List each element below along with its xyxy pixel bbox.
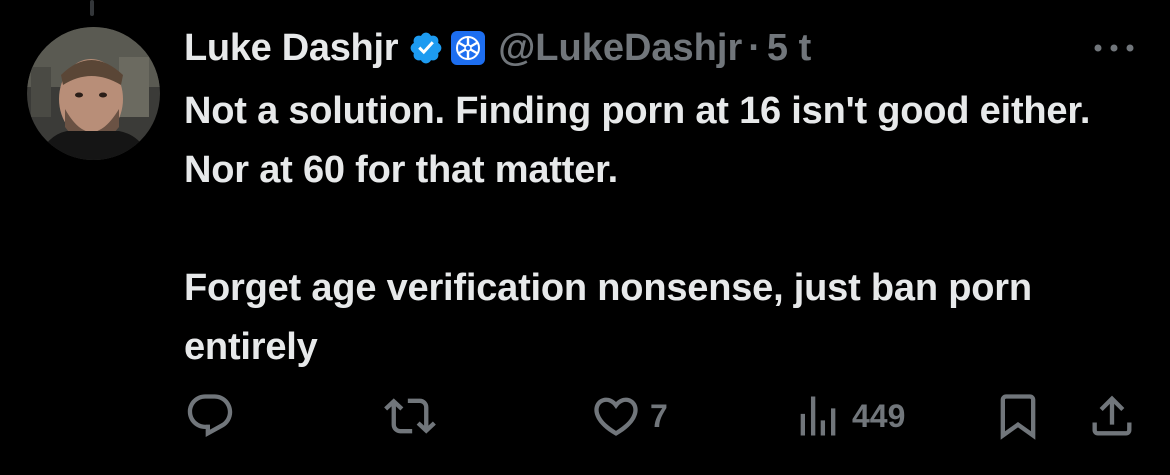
reply-button[interactable] (184, 390, 244, 442)
tweet-action-bar: 7 449 (184, 390, 1140, 442)
more-options-icon[interactable] (1090, 38, 1138, 58)
share-icon (1092, 395, 1132, 436)
tweet-timestamp[interactable]: 5 t (767, 27, 811, 70)
views-count: 449 (852, 397, 906, 434)
like-button[interactable]: 7 (590, 390, 668, 442)
avatar-image (27, 27, 160, 160)
author-display-name[interactable]: Luke Dashjr (184, 27, 399, 70)
tweet-body: Not a solution. Finding porn at 16 isn't… (184, 82, 1144, 377)
header-separator: · (748, 26, 761, 69)
bookmark-icon (1000, 394, 1036, 440)
affiliate-badge-icon[interactable] (450, 30, 486, 66)
tweet-paragraph: Not a solution. Finding porn at 16 isn't… (184, 90, 1091, 191)
reply-icon (187, 394, 233, 438)
verified-badge-icon[interactable] (408, 30, 444, 66)
tweet-header: Luke Dashjr @LukeDashjr · 5 t (184, 22, 811, 74)
avatar[interactable] (27, 27, 160, 160)
tweet-paragraph: Forget age verification nonsense, just b… (184, 267, 1032, 368)
repost-icon (384, 398, 436, 434)
heart-icon (594, 397, 638, 436)
views-icon (800, 396, 836, 436)
author-handle[interactable]: @LukeDashjr (498, 27, 742, 70)
thread-connector-line (90, 0, 94, 16)
views-button[interactable]: 449 (792, 390, 905, 442)
share-button[interactable] (1086, 390, 1138, 442)
bookmark-button[interactable] (992, 390, 1044, 442)
like-count: 7 (650, 397, 668, 434)
repost-button[interactable] (384, 390, 444, 442)
